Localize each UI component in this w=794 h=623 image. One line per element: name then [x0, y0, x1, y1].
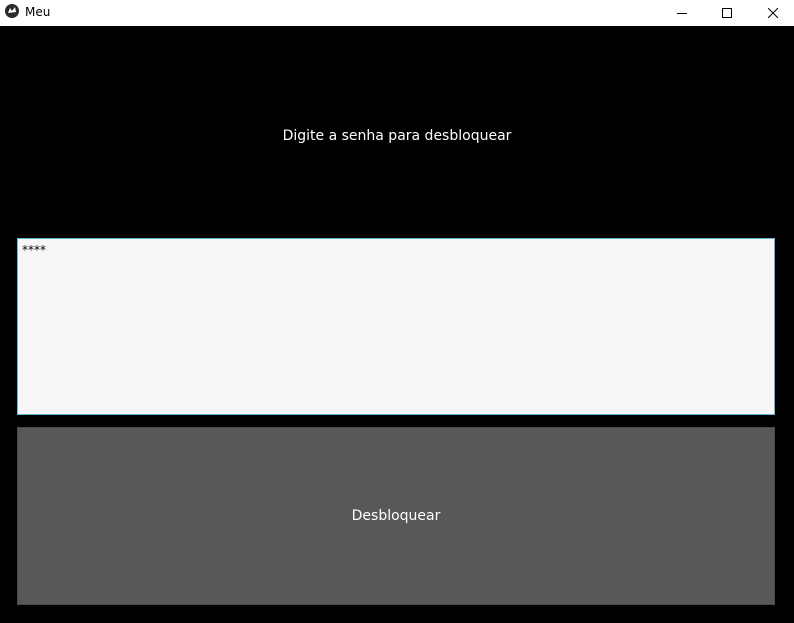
minimize-button[interactable]	[659, 0, 705, 26]
unlock-button[interactable]: Desbloquear	[17, 427, 775, 605]
close-icon	[768, 8, 778, 18]
title-bar[interactable]: Meu	[0, 0, 794, 26]
minimize-icon	[677, 13, 687, 14]
unlock-prompt-label: Digite a senha para desbloquear	[282, 128, 512, 144]
maximize-button[interactable]	[704, 0, 750, 26]
maximize-icon	[722, 8, 732, 18]
close-button[interactable]	[750, 0, 794, 26]
window-title: Meu	[25, 5, 51, 19]
password-input[interactable]: ****	[17, 238, 775, 415]
kivy-logo-icon	[5, 4, 19, 18]
app-window: Meu Digite a senha para desbloquear ****…	[0, 0, 794, 623]
